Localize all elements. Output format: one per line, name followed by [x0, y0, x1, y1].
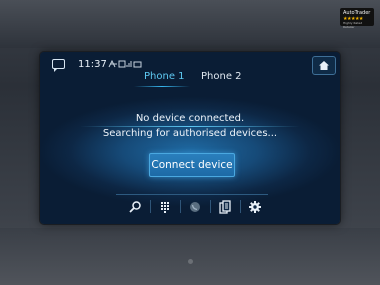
message-icon[interactable]: [52, 59, 65, 72]
contacts-button[interactable]: [214, 198, 236, 215]
clock: 11:37: [78, 59, 107, 70]
glow-divider: [80, 126, 300, 127]
status-bar: 11:37 Phone 1 Phone 2: [40, 52, 340, 82]
tab-phone-2[interactable]: Phone 2: [201, 71, 242, 82]
active-tab-indicator: [134, 86, 190, 87]
home-button[interactable]: [312, 56, 336, 75]
phone-icon: [190, 202, 200, 212]
infotainment-screen: 11:37 Phone 1 Phone 2 No device connecte…: [40, 52, 340, 224]
keypad-icon: [161, 202, 169, 213]
status-icons-graphic: [108, 59, 142, 68]
bottom-dock: [116, 194, 268, 217]
bezel-sensor: [188, 259, 193, 264]
dock-separator: [180, 200, 181, 213]
display-bezel-top: [0, 0, 380, 48]
search-button[interactable]: [124, 198, 146, 215]
tab-phone-1[interactable]: Phone 1: [144, 71, 185, 82]
dock-separator: [150, 200, 151, 213]
settings-button[interactable]: [244, 198, 266, 215]
display-bezel-bottom: [0, 228, 380, 285]
dock-separator: [240, 200, 241, 213]
no-device-message: No device connected.: [135, 113, 245, 124]
status-icons: [108, 59, 142, 71]
home-icon: [319, 61, 329, 70]
dock-separator: [210, 200, 211, 213]
connect-device-button[interactable]: Connect device: [149, 153, 235, 177]
settings-icon: [249, 201, 261, 213]
phone-button[interactable]: [184, 198, 206, 215]
searching-message: Searching for authorised devices...: [102, 128, 278, 139]
contacts-icon: [219, 200, 231, 214]
badge-subtitle: Highly Rated Retailer: [343, 21, 363, 29]
search-icon: [129, 201, 141, 213]
keypad-button[interactable]: [154, 198, 176, 215]
dealer-badge: AutoTrader ★★★★★ Highly Rated Retailer: [340, 8, 374, 29]
